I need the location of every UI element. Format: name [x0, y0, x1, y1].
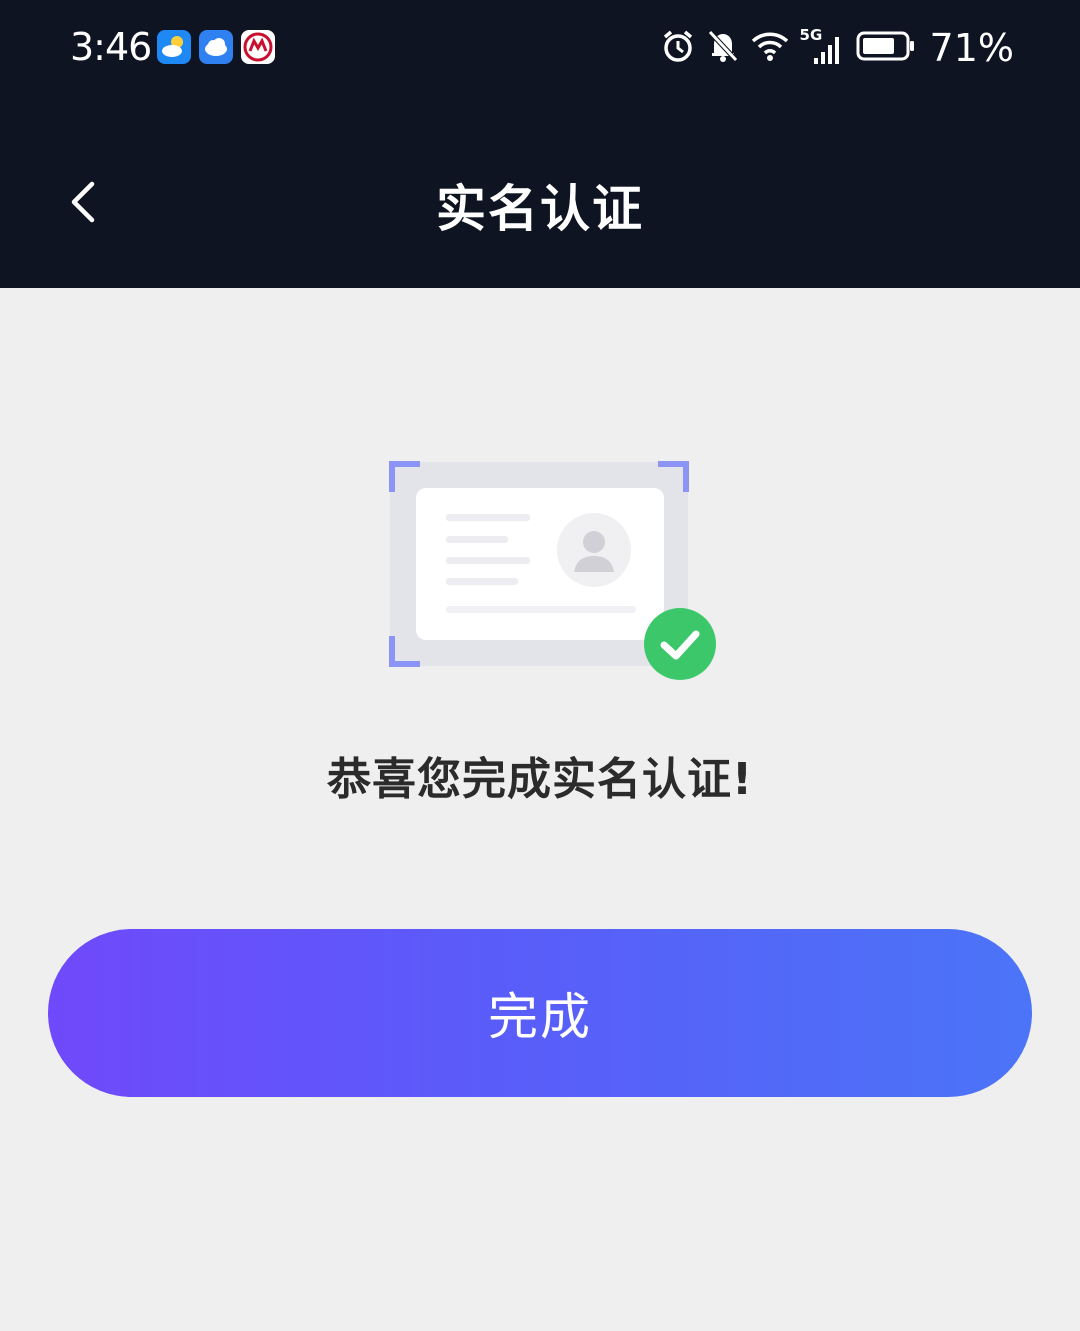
wifi-icon: [750, 28, 790, 68]
cloud-icon: [199, 30, 233, 64]
status-time: 3:46: [70, 25, 152, 69]
alarm-icon: [660, 28, 696, 68]
success-message: 恭喜您完成实名认证!: [326, 754, 754, 805]
battery-percent: 71%: [929, 26, 1014, 70]
header: 实名认证: [0, 100, 1080, 288]
status-bar: 3:46 5G 71%: [0, 0, 1080, 100]
weather-icon: [157, 30, 191, 64]
id-card-verified-illustration: [388, 460, 720, 682]
battery-icon: [856, 30, 916, 66]
status-right: 5G 71%: [660, 24, 1014, 72]
bell-muted-icon: [706, 28, 740, 68]
done-button[interactable]: 完成: [48, 929, 1032, 1097]
page-title: 实名认证: [436, 180, 644, 238]
signal-icon: 5G: [800, 26, 846, 68]
bank-icon: [241, 30, 275, 64]
status-app-icons: [157, 30, 275, 64]
